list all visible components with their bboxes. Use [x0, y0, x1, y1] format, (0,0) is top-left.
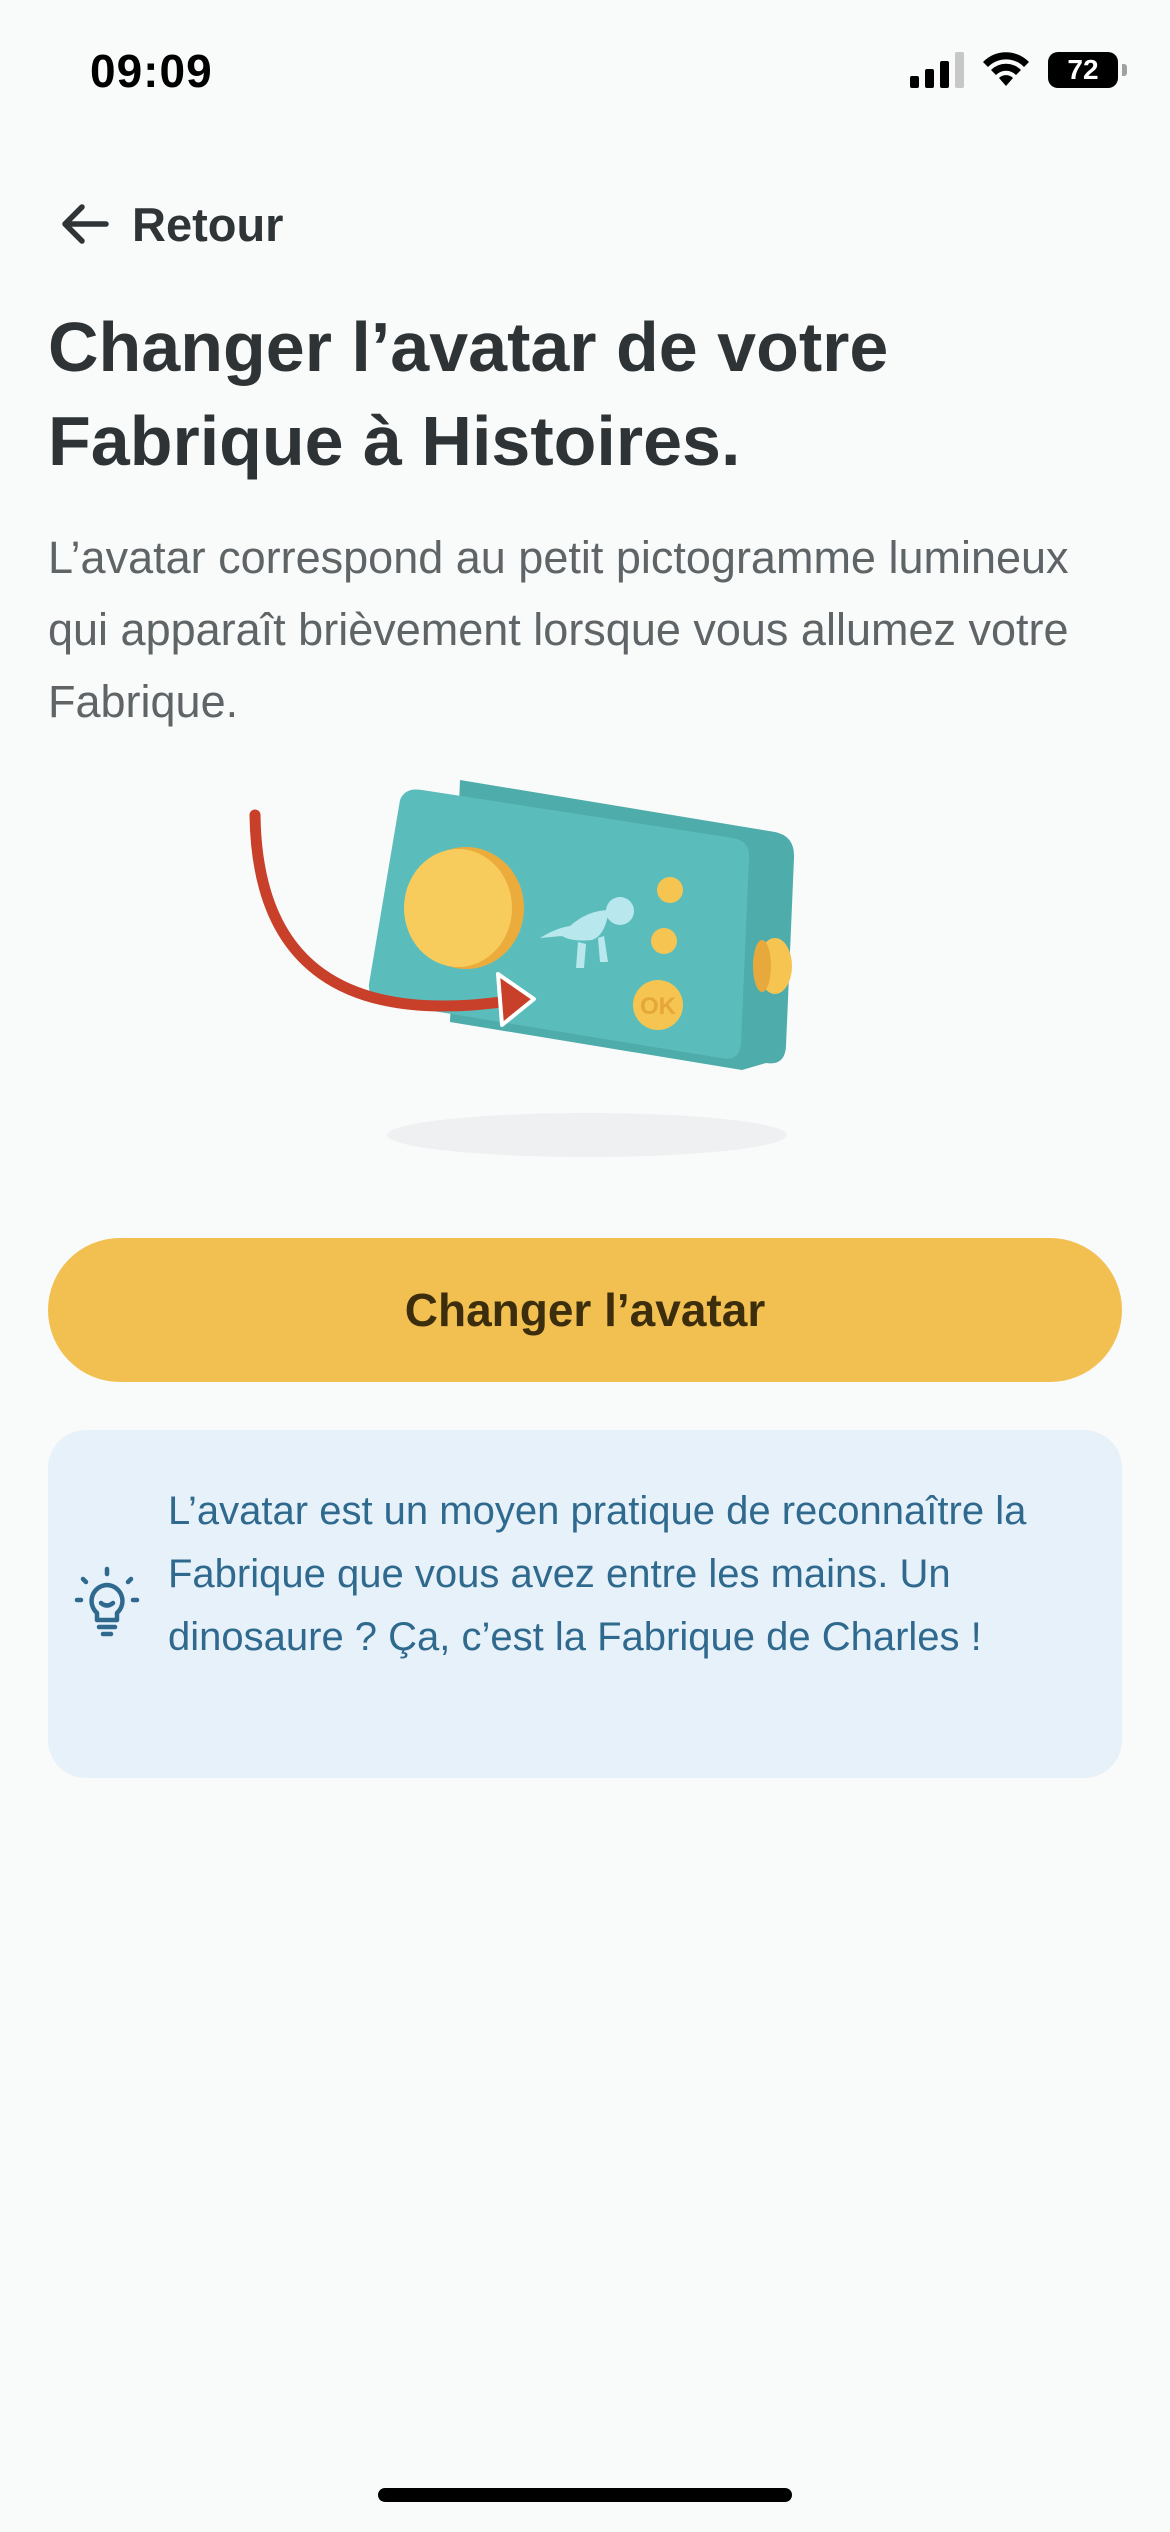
device-illustration: OK — [249, 780, 795, 1157]
device-shadow — [387, 1113, 787, 1157]
device-knob — [404, 849, 512, 967]
screen: 09:09 72 Retour Changer l’avatar de votr… — [0, 0, 1170, 2532]
wifi-icon — [983, 52, 1029, 86]
status-time: 09:09 — [90, 45, 213, 97]
back-button[interactable]: Retour — [56, 196, 283, 252]
status-bar: 09:09 72 — [0, 0, 1170, 150]
arrow-left-icon — [62, 204, 109, 244]
lightbulb-icon — [74, 1566, 140, 1637]
home-indicator[interactable] — [378, 2488, 792, 2502]
back-label: Retour — [132, 197, 284, 251]
device-button-pause — [651, 928, 677, 954]
info-text: L’avatar est un moyen pratique de reconn… — [168, 1489, 1027, 1659]
page-description: L’avatar correspond au petit pictogramme… — [48, 532, 1069, 727]
info-card: L’avatar est un moyen pratique de reconn… — [48, 1430, 1122, 1778]
cellular-signal-icon — [910, 52, 964, 88]
page-title: Changer l’avatar de votre Fabrique à His… — [48, 308, 889, 480]
change-avatar-button[interactable]: Changer l’avatar — [48, 1238, 1122, 1382]
status-icons: 72 — [910, 52, 1127, 88]
device-button-star — [657, 877, 683, 903]
battery-level: 72 — [1067, 54, 1099, 85]
device-button-ok-label: OK — [640, 993, 677, 1020]
battery-icon: 72 — [1048, 52, 1127, 88]
